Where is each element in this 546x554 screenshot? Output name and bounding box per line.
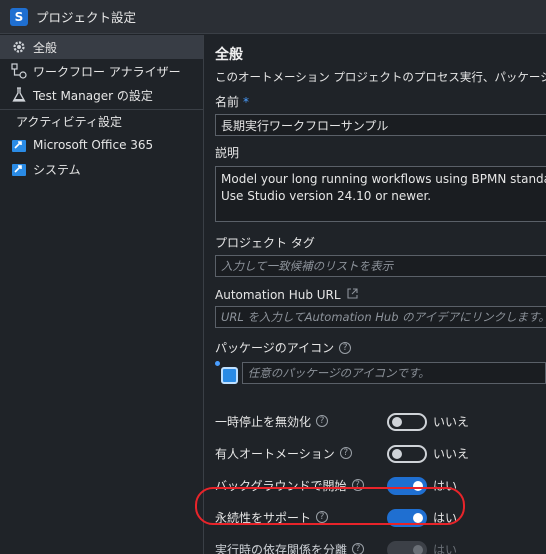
package-icon-row: 任意のパッケージのアイコンです。 [215,361,546,385]
toggle-row-attended-automation: 有人オートメーション? いいえ [215,445,470,463]
studio-logo-icon: S [10,7,28,26]
description-line: Use Studio version 24.10 or newer. [221,189,432,203]
package-icon-preview [215,361,238,385]
sidebar-item-test-manager[interactable]: Test Manager の設定 [0,83,203,107]
page-title: 全般 [215,47,243,63]
toggle-value: いいえ [433,447,470,461]
help-icon[interactable]: ? [352,543,365,554]
toggle-row-supports-persistence: 永続性をサポート? はい [215,509,458,527]
sidebar-section-activity-settings: アクティビティ設定 [0,109,203,133]
required-marker: * [243,94,250,109]
start-in-background-toggle[interactable] [387,477,427,495]
toggle-row-isolate-dependencies: 実行時の依存関係を分離? はい [215,533,546,554]
sidebar-item-label: ワークフロー アナライザー [33,64,181,79]
description-label: 説明 [215,146,240,160]
window-title: プロジェクト設定 [36,10,137,25]
external-link-icon[interactable] [347,288,358,302]
sidebar-item-label: システム [33,162,81,177]
toggle-list: 一時停止を無効化? いいえ 有人オートメーション? いいえ バックグラウンドで開… [215,405,546,554]
description-textarea[interactable]: Model your long running workflows using … [215,166,546,222]
toggle-value: いいえ [433,415,470,429]
sidebar-item-label: Microsoft Office 365 [33,138,154,152]
activity-package-icon [10,136,28,154]
flask-icon [10,86,28,104]
help-icon[interactable]: ? [339,341,352,354]
project-tags-label: プロジェクト タグ [215,236,315,250]
disable-pause-toggle[interactable] [387,413,427,431]
toggle-value: はい [433,511,458,525]
sidebar-item-office365[interactable]: Microsoft Office 365 [0,133,203,157]
toggle-value: はい [433,543,458,554]
attended-automation-toggle[interactable] [387,445,427,463]
activity-package-icon [10,160,28,178]
workflow-analyzer-icon [10,62,28,80]
page-description: このオートメーション プロジェクトのプロセス実行、パッケージ、プロジェクトの [215,70,546,84]
toggle-row-disable-pause: 一時停止を無効化? いいえ [215,413,470,431]
isolate-dependencies-toggle [387,541,427,554]
sidebar-item-general[interactable]: 全般 [0,35,203,59]
settings-panel: 全般 このオートメーション プロジェクトのプロセス実行、パッケージ、プロジェクト… [205,35,546,554]
sidebar-item-system[interactable]: システム [0,157,203,181]
supports-persistence-toggle[interactable] [387,509,427,527]
toggle-row-start-in-background: バックグラウンドで開始? はい [215,477,458,495]
help-icon[interactable]: ? [339,447,352,459]
sidebar-item-label: 全般 [33,40,58,55]
gear-icon [10,38,28,56]
toggle-value: はい [433,479,458,493]
title-bar: S プロジェクト設定 [0,0,546,34]
name-label: 名前 * [215,94,250,110]
sidebar-item-workflow-analyzer[interactable]: ワークフロー アナライザー [0,59,203,83]
help-icon[interactable]: ? [351,479,364,491]
automation-hub-label: Automation Hub URL [215,288,546,302]
name-input[interactable]: 長期実行ワークフローサンプル [215,114,546,136]
sidebar-item-label: Test Manager の設定 [33,88,153,103]
description-line: Model your long running workflows using … [221,172,546,186]
automation-hub-url-input[interactable]: URL を入力してAutomation Hub のアイデアにリンクします。 [215,306,546,328]
help-icon[interactable]: ? [316,415,329,427]
sidebar: 全般 ワークフロー アナライザー Test Manager の設定 アクティビテ… [0,35,204,554]
package-icon-label: パッケージのアイコン ? [215,339,546,356]
help-icon[interactable]: ? [316,511,329,523]
project-tags-input[interactable]: 入力して一致候補のリストを表示 [215,255,546,277]
package-icon-input[interactable]: 任意のパッケージのアイコンです。 [241,362,546,384]
